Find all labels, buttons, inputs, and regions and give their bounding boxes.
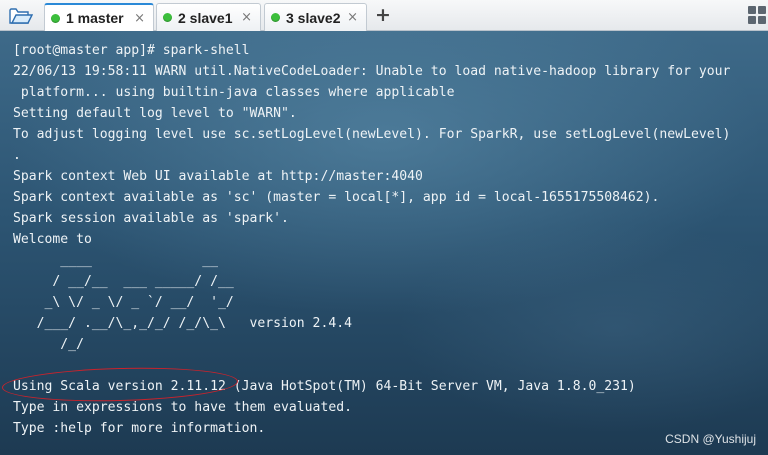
terminal-output[interactable]: [root@master app]# spark-shell 22/06/13 1… xyxy=(0,31,768,455)
terminal-line: / __/__ ___ _____/ /__ xyxy=(13,274,234,289)
open-folder-icon xyxy=(9,7,33,24)
connected-status-dot xyxy=(163,13,172,22)
terminal-line: /_/ xyxy=(13,337,84,352)
tab-close-icon[interactable]: × xyxy=(134,11,145,26)
connected-status-dot xyxy=(271,13,280,22)
terminal-line: [root@master app]# spark-shell xyxy=(13,43,250,58)
tab-close-icon[interactable]: × xyxy=(241,10,252,25)
tab-label: 2 slave1 xyxy=(178,9,233,26)
tab-master[interactable]: 1 master × xyxy=(44,3,154,31)
terminal-line: Setting default log level to "WARN". xyxy=(13,106,297,121)
terminal-line: 22/06/13 19:58:11 WARN util.NativeCodeLo… xyxy=(13,64,731,79)
terminal-line: ____ __ xyxy=(13,253,218,268)
open-folder-button[interactable] xyxy=(6,4,36,27)
tab-label: 3 slave2 xyxy=(286,9,341,26)
grid-layout-icon[interactable] xyxy=(748,6,766,24)
terminal-line: Type :help for more information. xyxy=(13,421,266,436)
terminal-line: . xyxy=(13,148,21,163)
terminal-line: Spark session available as 'spark'. xyxy=(13,211,289,226)
csdn-watermark: CSDN @Yushijuj xyxy=(665,432,756,446)
terminal-line: Spark context Web UI available at http:/… xyxy=(13,169,423,184)
terminal-line: Welcome to xyxy=(13,232,92,247)
session-tab-bar: 1 master × 2 slave1 × 3 slave2 × + xyxy=(0,0,768,31)
connected-status-dot xyxy=(51,13,60,23)
terminal-line: Spark context available as 'sc' (master … xyxy=(13,190,660,205)
terminal-app-window: 1 master × 2 slave1 × 3 slave2 × + [root… xyxy=(0,0,768,455)
tab-slave1[interactable]: 2 slave1 × xyxy=(156,3,261,31)
terminal-line: _\ \/ _ \/ _ `/ __/ '_/ xyxy=(13,295,234,310)
terminal-line: platform... using builtin-java classes w… xyxy=(13,85,455,100)
tab-close-icon[interactable]: × xyxy=(347,10,358,25)
tab-label: 1 master xyxy=(66,10,124,26)
tab-slave2[interactable]: 3 slave2 × xyxy=(264,3,367,31)
terminal-line: To adjust logging level use sc.setLogLev… xyxy=(13,127,731,142)
terminal-line: /___/ .__/\_,_/_/ /_/\_\ version 2.4.4 xyxy=(13,316,352,331)
add-tab-button[interactable]: + xyxy=(372,4,394,26)
